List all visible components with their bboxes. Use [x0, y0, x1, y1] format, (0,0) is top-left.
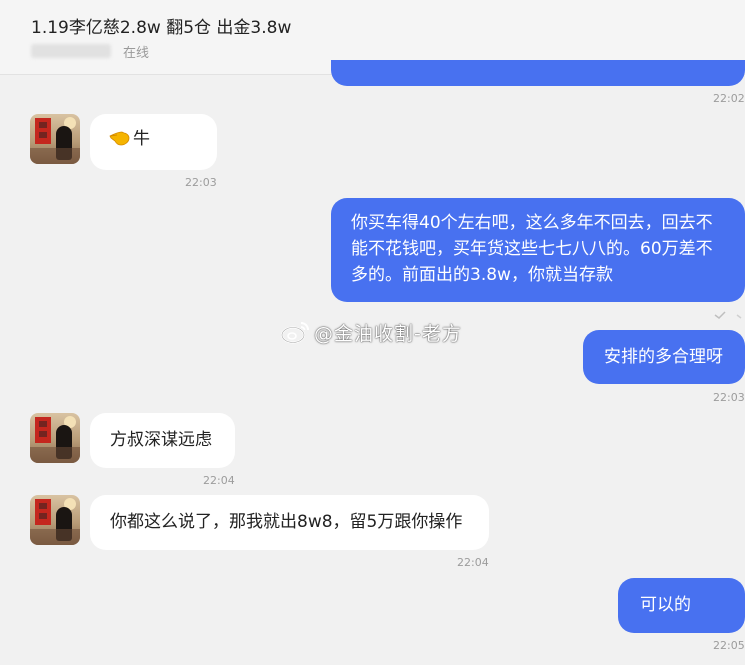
- message-time: 22:04: [203, 474, 235, 487]
- weibo-logo-icon: [281, 322, 309, 344]
- chat-title: 1.19李亿慈2.8w 翻5仓 出金3.8w: [31, 18, 292, 38]
- contact-avatar[interactable]: [30, 114, 80, 164]
- message-time: 22:02: [713, 92, 745, 105]
- contact-avatar[interactable]: [30, 495, 80, 545]
- message-time: 22:04: [457, 556, 489, 569]
- message-text: 方叔深谋远虑: [110, 430, 212, 450]
- message-time: 22:05: [713, 639, 745, 652]
- message-time: 22:03: [713, 391, 745, 404]
- message-text: 安排的多合理呀: [604, 347, 723, 367]
- message-text: 你都这么说了，那我就出8w8，留5万跟你操作: [110, 512, 463, 532]
- message-bubble-outgoing[interactable]: 安排的多合理呀: [583, 330, 745, 384]
- message-bubble-incoming[interactable]: 牛: [90, 114, 217, 170]
- message-text: 你买车得40个左右吧，这么多年不回去，回去不能不花钱吧，买年货这些七七八八的。6…: [351, 213, 713, 285]
- contact-name-redacted: [31, 44, 111, 58]
- message-text: 牛: [133, 129, 150, 149]
- weibo-watermark: @金油收割-老方: [280, 318, 462, 346]
- online-status: 在线: [123, 46, 150, 61]
- pointing-hand-emoji-icon: [109, 131, 130, 146]
- message-bubble-outgoing-partial[interactable]: [331, 60, 745, 86]
- contact-avatar[interactable]: [30, 413, 80, 463]
- message-text: 可以的: [640, 595, 691, 615]
- watermark-text: @金油收割-老方: [314, 322, 462, 345]
- send-status-icon: [714, 311, 742, 319]
- message-bubble-incoming[interactable]: 你都这么说了，那我就出8w8，留5万跟你操作: [90, 495, 489, 550]
- message-bubble-outgoing[interactable]: 可以的: [618, 578, 745, 633]
- message-time: 22:03: [185, 176, 217, 189]
- message-bubble-incoming[interactable]: 方叔深谋远虑: [90, 413, 235, 468]
- message-bubble-outgoing[interactable]: 你买车得40个左右吧，这么多年不回去，回去不能不花钱吧，买年货这些七七八八的。6…: [331, 198, 745, 302]
